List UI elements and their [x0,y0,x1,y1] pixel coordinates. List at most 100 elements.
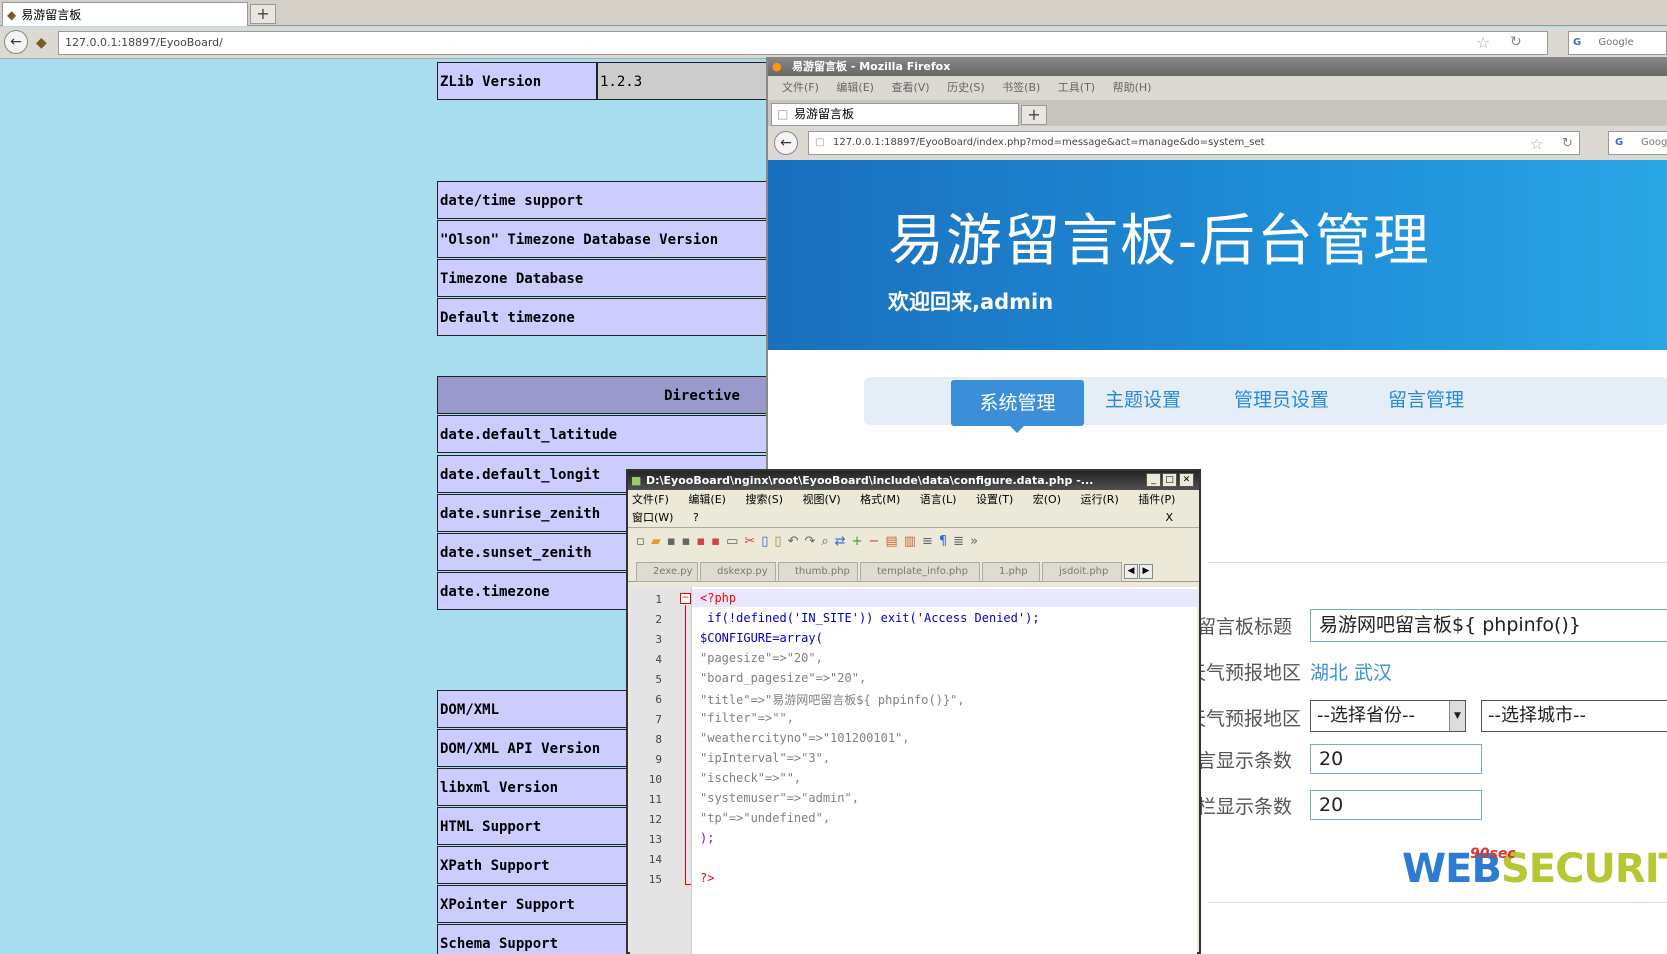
firefox-search-box[interactable]: G Goog [1608,131,1667,155]
site-title: 易游留言板-后台管理 [888,209,1431,274]
editor-tab[interactable]: thumb.php [778,562,858,582]
new-tab-button[interactable]: + [250,4,276,24]
zoom-in-icon[interactable]: + [852,534,869,549]
page-icon: □ [815,137,825,148]
editor-menu-view[interactable]: 视图(V) [803,493,841,506]
reload-icon[interactable]: ↻ [1562,136,1573,151]
editor-menu-format[interactable]: 格式(M) [860,493,900,506]
find-icon[interactable]: ⌕ [821,534,834,549]
menu-tools[interactable]: 工具(T) [1058,81,1095,94]
print-icon[interactable]: ▭ [726,534,744,549]
firefox-new-tab-button[interactable]: + [1021,105,1047,125]
editor-tab[interactable]: jsdoit.php [1042,562,1122,582]
cut-icon[interactable]: ✂ [744,534,761,549]
code-area[interactable]: <?php if(!defined('IN_SITE')) exit('Acce… [692,587,1197,954]
editor-tab[interactable]: dskexp.py [700,562,776,582]
editor-close-doc-x[interactable]: X [1165,509,1173,527]
phpinfo-directive-header: Directive [437,376,767,414]
editor-menu-window[interactable]: 窗口(W) [632,511,673,524]
indent-guide-icon[interactable]: ≣ [953,534,970,549]
nav-theme-settings[interactable]: 主题设置 [1105,380,1181,420]
editor-tab[interactable]: 1.php [982,562,1040,582]
back-button[interactable]: ← [4,30,28,54]
firefox-url-bar[interactable]: □ 127.0.0.1:18897/EyooBoard/index.php?mo… [808,131,1580,155]
url-bar[interactable]: 127.0.0.1:18897/EyooBoard/ [58,31,1548,55]
editor-tab[interactable]: template_info.php [860,562,980,582]
save-icon[interactable]: ▪ [667,534,682,549]
wrap-icon[interactable]: ≡ [922,534,939,549]
page-icon: □ [777,107,789,121]
show-symbols-icon[interactable]: ¶ [939,534,953,549]
reload-icon[interactable]: ↻ [1510,34,1522,50]
open-file-icon[interactable]: ▰ [651,534,667,549]
replace-icon[interactable]: ⇄ [835,534,852,549]
zoom-out-icon[interactable]: − [868,534,885,549]
firefox-tab-title: 易游留言板 [794,107,855,121]
sync-h-icon[interactable]: ▥ [904,534,922,549]
phpinfo-row: "Olson" Timezone Database Version [437,220,767,258]
editor-tab[interactable]: 2exe.py [636,562,698,582]
background-tab[interactable]: ◆ 易游留言板 [2,2,248,26]
tab-scroll-left-icon[interactable]: ◀ [1124,564,1138,579]
favicon-icon: ◆ [7,7,17,22]
editor-menu-macro[interactable]: 宏(O) [1033,493,1061,506]
close-file-icon[interactable]: ▪ [696,534,711,549]
maximize-button[interactable]: □ [1162,473,1177,487]
more-tools-icon[interactable]: » [970,534,984,549]
editor-menu-edit[interactable]: 编辑(E) [688,493,726,506]
current-line-highlight [692,589,1197,607]
logo-security-text: SECURITY [1500,846,1667,892]
tab-scroll-right-icon[interactable]: ▶ [1139,564,1153,579]
editor-menu-language[interactable]: 语言(L) [920,493,957,506]
close-all-icon[interactable]: ▪ [711,534,726,549]
bookmark-star-icon[interactable]: ☆ [1530,135,1543,153]
province-select[interactable]: --选择省份-- ▼ [1310,700,1466,732]
editor-menu-plugins[interactable]: 插件(P) [1138,493,1175,506]
code-line: "filter"=>"", [700,711,794,725]
firefox-tab[interactable]: □ 易游留言板 [771,103,1019,126]
editor-menu-file[interactable]: 文件(F) [632,493,669,506]
nav-system-settings[interactable]: 系统管理 [951,380,1084,426]
new-file-icon[interactable]: ▫ [636,534,651,549]
board-title-input[interactable]: 易游网吧留言板${ phpinfo()} [1310,609,1667,642]
bookmark-star-icon[interactable]: ☆ [1476,33,1490,52]
sync-v-icon[interactable]: ▤ [885,534,903,549]
editor-menu-help[interactable]: ? [693,511,699,524]
city-select[interactable]: --选择城市-- [1481,700,1667,732]
redo-icon[interactable]: ↷ [804,534,821,549]
editor-menu-run[interactable]: 运行(R) [1081,493,1119,506]
menu-edit[interactable]: 编辑(E) [836,81,874,94]
menu-help[interactable]: 帮助(H) [1113,81,1152,94]
web-security-logo: WEBSECURITY [1402,846,1667,892]
code-line: "tp"=>"undefined", [700,811,831,825]
logo-90sec-text: 90sec [1470,846,1516,862]
page-size-input[interactable]: 20 [1310,744,1482,774]
search-box[interactable]: G Google [1568,31,1667,55]
minimize-button[interactable]: _ [1146,473,1161,487]
active-pointer-icon [1010,426,1024,433]
firefox-url-text: 127.0.0.1:18897/EyooBoard/index.php?mod=… [833,137,1265,148]
paste-icon[interactable]: ▯ [774,534,787,549]
menu-view[interactable]: 查看(V) [891,81,929,94]
firefox-back-button[interactable]: ← [774,131,798,155]
fold-toggle-icon[interactable]: − [680,593,691,604]
menu-bookmarks[interactable]: 书签(B) [1002,81,1040,94]
code-line: if(!defined('IN_SITE')) exit('Access Den… [700,611,1040,625]
undo-icon[interactable]: ↶ [788,534,805,549]
province-select-value: --选择省份-- [1317,705,1415,726]
menu-history[interactable]: 历史(S) [947,81,985,94]
editor-title: D:\EyooBoard\nginx\root\EyooBoard\includ… [646,474,1094,487]
editor-menu-search[interactable]: 搜索(S) [745,493,783,506]
firefox-search-placeholder: Goog [1641,137,1667,148]
menu-file[interactable]: 文件(F) [782,81,819,94]
line-number-gutter: 1 2 3 4 5 6 7 8 9 10 11 12 13 14 15 − [630,587,692,954]
copy-icon[interactable]: ▯ [761,534,774,549]
editor-menu-settings[interactable]: 设置(T) [976,493,1013,506]
close-button[interactable]: ✕ [1179,473,1194,487]
notice-size-input[interactable]: 20 [1310,790,1482,820]
nav-admin-settings[interactable]: 管理员设置 [1234,380,1329,420]
admin-banner: 易游留言板-后台管理 欢迎回来,admin [768,160,1667,350]
save-all-icon[interactable]: ▪ [682,534,697,549]
site-identity-icon[interactable]: ◆ [36,35,47,51]
nav-message-management[interactable]: 留言管理 [1388,380,1464,420]
